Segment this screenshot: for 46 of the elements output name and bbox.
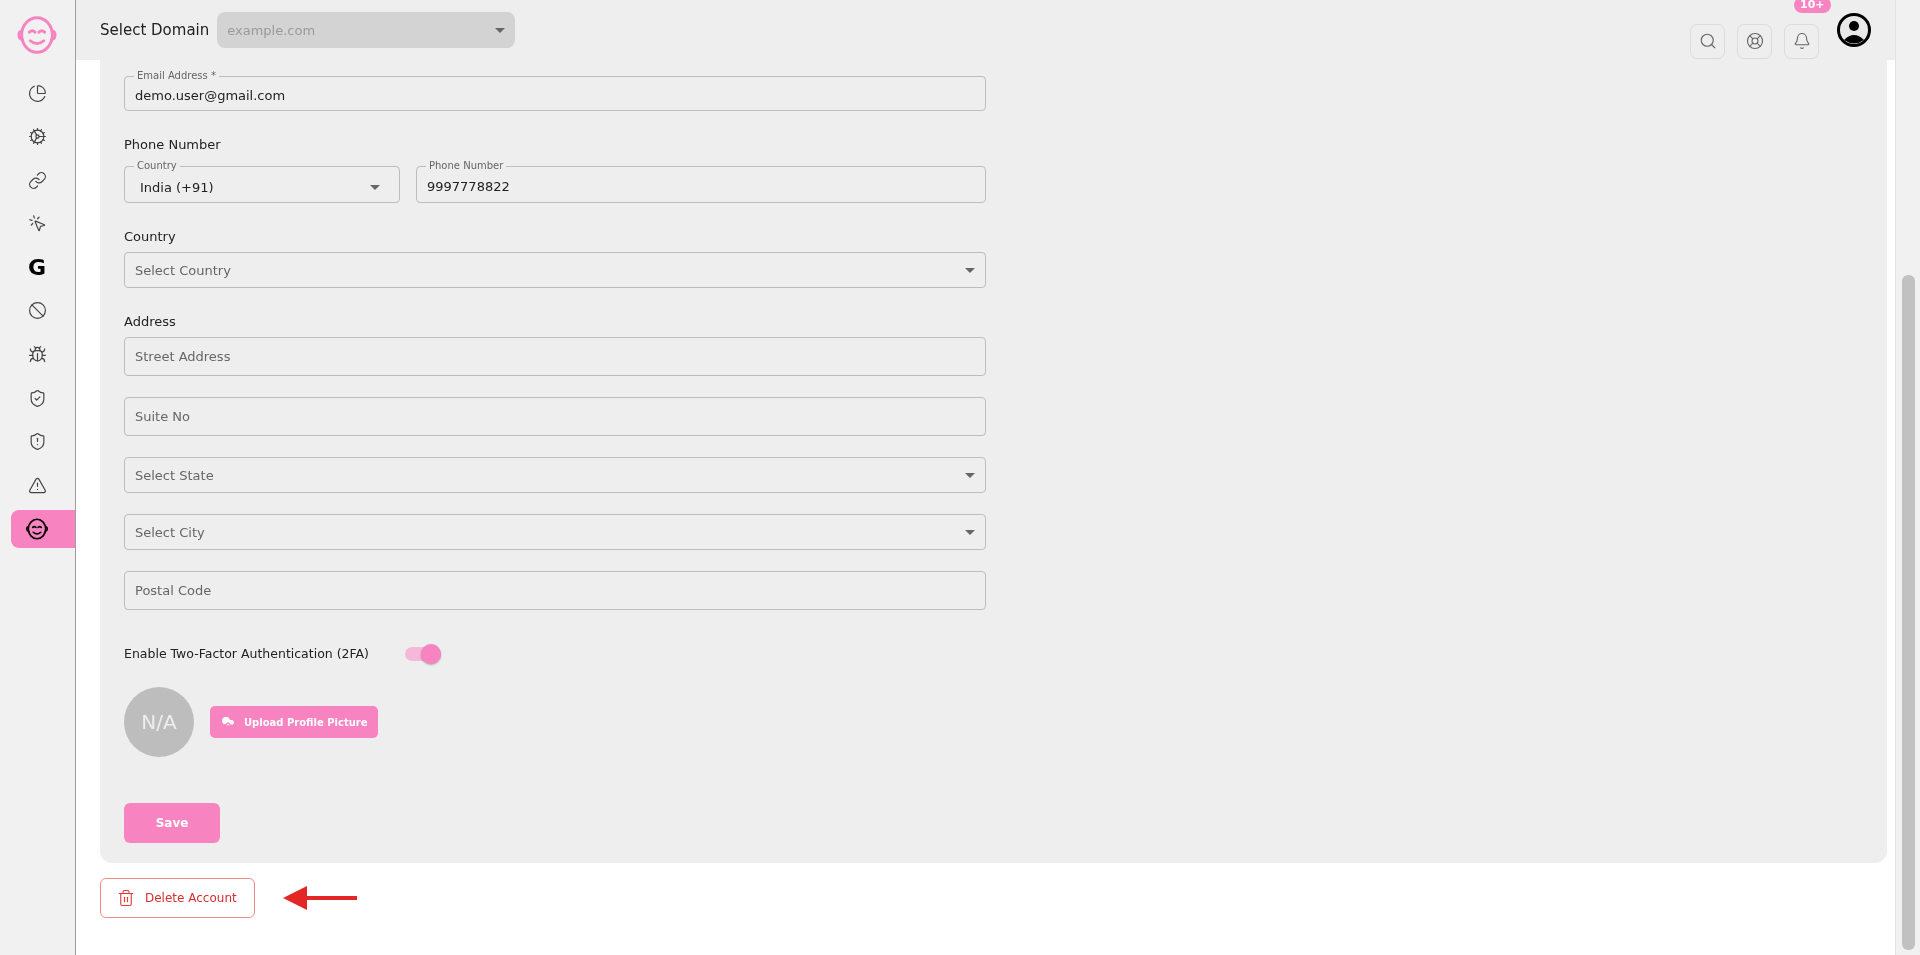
address-field[interactable]: Street Address	[124, 337, 986, 376]
lifebuoy-icon	[1745, 32, 1764, 50]
bell-icon	[1792, 32, 1811, 50]
search-button[interactable]	[1690, 23, 1725, 59]
link-icon	[27, 170, 47, 190]
section-heading: Address	[124, 314, 177, 329]
caret-icon	[965, 267, 975, 273]
country-select[interactable]: Select Country	[124, 252, 986, 288]
caret-icon	[495, 27, 506, 33]
country-code-select[interactable]: Country India (+91)	[124, 160, 400, 203]
ban-icon	[27, 301, 47, 321]
toggle-thumb[interactable]	[421, 643, 441, 664]
user-avatar-icon[interactable]	[1837, 13, 1871, 47]
two-factor-toggle[interactable]	[405, 646, 441, 661]
delete-account-button[interactable]: Delete Account	[100, 878, 255, 918]
caret-icon	[965, 529, 975, 535]
address-select[interactable]: Select City	[124, 514, 986, 550]
scrollbar-thumb[interactable]	[1902, 275, 1915, 950]
two-factor-label: Enable Two-Factor Authentication (2FA)	[124, 646, 369, 661]
bug-icon	[27, 345, 47, 365]
notifications-button[interactable]	[1784, 23, 1819, 59]
warning-icon	[27, 475, 47, 495]
address-field[interactable]: Postal Code	[124, 571, 986, 610]
pie-chart-icon	[27, 83, 47, 103]
google-letter: G	[27, 254, 47, 280]
address-field[interactable]: Suite No	[124, 397, 986, 436]
section-heading: Phone Number	[124, 137, 222, 152]
section-heading: Country	[124, 229, 177, 244]
gear-icon	[27, 127, 47, 147]
search-icon	[1698, 32, 1717, 50]
address-select[interactable]: Select State	[124, 457, 986, 493]
email-field[interactable]: Email Address * demo.user@gmail.com	[124, 70, 986, 111]
floating-label: Country	[136, 160, 178, 172]
cursor-click-icon	[27, 214, 47, 234]
scrollbar[interactable]	[1895, 0, 1920, 955]
caret-icon	[370, 184, 380, 190]
support-button[interactable]	[1737, 23, 1772, 59]
notification-badge: 10+	[1794, 0, 1831, 13]
sidebar-item[interactable]	[11, 509, 75, 548]
phone-field[interactable]: Phone Number 9997778822	[416, 160, 986, 203]
floating-label: Email Address *	[136, 70, 217, 82]
sidebar-item[interactable]: G	[11, 248, 75, 287]
domain-label: Select Domain	[100, 21, 210, 39]
floating-label: Phone Number	[428, 160, 505, 172]
caret-icon	[965, 472, 975, 478]
trash-icon	[117, 889, 135, 907]
